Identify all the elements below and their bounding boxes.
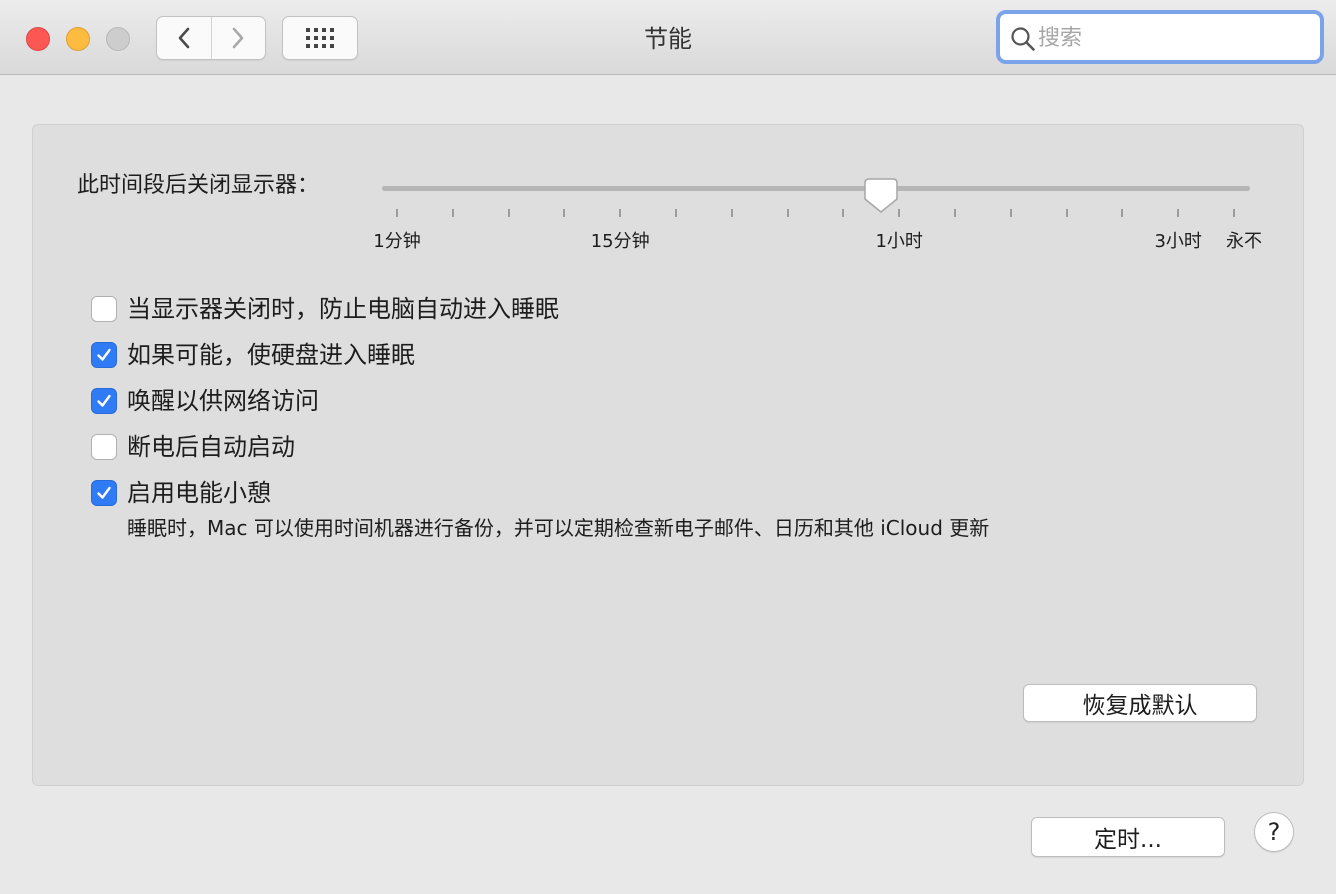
option-row[interactable]: 当显示器关闭时，防止电脑自动进入睡眠	[91, 292, 559, 326]
option-checkbox[interactable]	[91, 434, 117, 460]
navigation-buttons	[156, 16, 266, 60]
grid-icon	[306, 28, 334, 48]
slider-tick	[396, 209, 398, 217]
minimize-window-button[interactable]	[66, 27, 90, 51]
slider-tick-label: 永不	[1226, 231, 1262, 252]
title-bar: 节能	[0, 0, 1336, 75]
display-sleep-slider-track[interactable]	[382, 186, 1250, 191]
slider-tick	[451, 209, 454, 217]
chevron-left-icon	[178, 27, 190, 49]
schedule-button[interactable]: 定时...	[1031, 817, 1225, 857]
chevron-right-icon	[232, 27, 244, 49]
option-checkbox[interactable]	[91, 296, 117, 322]
slider-tick	[954, 209, 956, 217]
slider-tick	[1009, 209, 1012, 217]
display-sleep-slider-knob[interactable]	[863, 177, 899, 215]
slider-tick-label: 15分钟	[590, 231, 650, 252]
option-row[interactable]: 唤醒以供网络访问	[91, 384, 319, 418]
search-field[interactable]	[996, 10, 1324, 64]
slider-tick	[1177, 209, 1180, 217]
slider-tick-label: 1小时	[875, 231, 923, 252]
checkmark-icon	[97, 486, 111, 499]
display-sleep-label: 此时间段后关闭显示器：	[77, 173, 320, 198]
option-checkbox[interactable]	[91, 388, 117, 414]
slider-tick	[675, 209, 677, 217]
power-nap-description: 睡眠时，Mac 可以使用时间机器进行备份，并可以定期检查新电子邮件、日历和其他 …	[127, 516, 990, 540]
help-button[interactable]: ?	[1254, 812, 1294, 852]
option-checkbox[interactable]	[91, 480, 117, 506]
checkmark-icon	[97, 348, 111, 361]
slider-tick	[563, 209, 566, 217]
show-all-button[interactable]	[282, 16, 358, 60]
option-label: 如果可能，使硬盘进入睡眠	[127, 341, 415, 369]
checkmark-icon	[97, 394, 111, 407]
forward-button[interactable]	[210, 17, 266, 59]
option-label: 当显示器关闭时，防止电脑自动进入睡眠	[127, 295, 559, 323]
slider-tick-label: 3小时	[1154, 231, 1202, 252]
search-input[interactable]	[1038, 21, 1308, 55]
window-title: 节能	[644, 25, 692, 53]
option-row[interactable]: 断电后自动启动	[91, 430, 295, 464]
slider-tick	[1121, 209, 1124, 217]
slider-tick	[1233, 209, 1235, 217]
slider-tick	[507, 209, 510, 217]
slider-tick	[1065, 209, 1068, 217]
slider-tick	[619, 209, 622, 217]
option-label: 启用电能小憩	[127, 479, 271, 507]
option-label: 断电后自动启动	[127, 433, 295, 461]
option-row[interactable]: 启用电能小憩	[91, 476, 271, 510]
slider-tick	[786, 209, 789, 217]
slider-tick-label: 1分钟	[373, 231, 421, 252]
option-row[interactable]: 如果可能，使硬盘进入睡眠	[91, 338, 415, 372]
zoom-window-button[interactable]	[106, 27, 130, 51]
option-label: 唤醒以供网络访问	[127, 387, 319, 415]
restore-defaults-button[interactable]: 恢复成默认	[1023, 684, 1257, 722]
search-icon	[1011, 27, 1035, 51]
slider-tick	[842, 209, 845, 217]
close-window-button[interactable]	[26, 27, 50, 51]
slider-tick	[730, 209, 733, 217]
back-button[interactable]	[157, 17, 211, 59]
option-checkbox[interactable]	[91, 342, 117, 368]
